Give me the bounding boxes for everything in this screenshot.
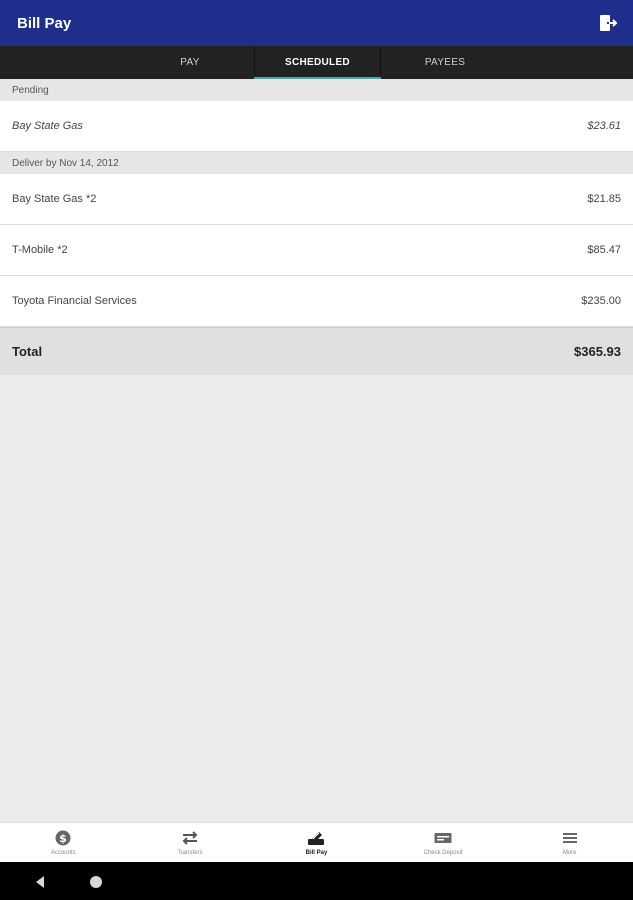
- home-icon[interactable]: [90, 876, 102, 888]
- bottom-navigation: $ Accounts Transfers Bill Pay Check Depo…: [0, 822, 633, 862]
- logout-icon[interactable]: [597, 12, 619, 34]
- list-item[interactable]: Bay State Gas $23.61: [0, 101, 633, 152]
- payee-name: Bay State Gas: [12, 120, 83, 132]
- nav-label: Bill Pay: [305, 850, 328, 856]
- tab-scheduled[interactable]: SCHEDULED: [254, 46, 381, 79]
- payment-amount: $21.85: [587, 193, 621, 205]
- tab-payees[interactable]: PAYEES: [381, 46, 509, 79]
- payment-amount: $235.00: [581, 295, 621, 307]
- tab-bar: PAY SCHEDULED PAYEES: [0, 46, 633, 79]
- payee-name: Bay State Gas *2: [12, 193, 97, 205]
- nav-transfers[interactable]: Transfers: [127, 823, 254, 862]
- payment-amount: $23.61: [587, 120, 621, 132]
- list-item[interactable]: Toyota Financial Services $235.00: [0, 276, 633, 327]
- total-row: Total $365.93: [0, 327, 633, 375]
- section-header-deliver-by: Deliver by Nov 14, 2012: [0, 152, 633, 174]
- app-bar: Bill Pay: [0, 0, 633, 46]
- nav-more[interactable]: More: [506, 823, 633, 862]
- bill-pay-icon: [307, 829, 325, 847]
- total-amount: $365.93: [574, 344, 621, 359]
- nav-check-deposit[interactable]: Check Deposit: [380, 823, 507, 862]
- section-header-pending: Pending: [0, 79, 633, 101]
- system-navigation-bar: [0, 862, 633, 900]
- tab-pay[interactable]: PAY: [126, 46, 254, 79]
- menu-icon: [561, 829, 579, 847]
- total-label: Total: [12, 344, 43, 359]
- nav-label: Accounts: [50, 850, 76, 856]
- list-item[interactable]: Bay State Gas *2 $21.85: [0, 174, 633, 225]
- page-title: Bill Pay: [17, 14, 72, 32]
- nav-label: More: [562, 850, 577, 856]
- check-icon: [434, 829, 452, 847]
- payment-amount: $85.47: [587, 244, 621, 256]
- nav-accounts[interactable]: $ Accounts: [0, 823, 127, 862]
- dollar-circle-icon: $: [54, 829, 72, 847]
- list-item[interactable]: T-Mobile *2 $85.47: [0, 225, 633, 276]
- transfer-arrows-icon: [181, 829, 199, 847]
- svg-text:$: $: [59, 832, 67, 845]
- nav-label: Transfers: [177, 850, 203, 856]
- nav-bill-pay[interactable]: Bill Pay: [253, 823, 380, 862]
- scheduled-list: Pending Bay State Gas $23.61 Deliver by …: [0, 79, 633, 375]
- payee-name: T-Mobile *2: [12, 244, 68, 256]
- back-icon[interactable]: [33, 875, 47, 889]
- nav-label: Check Deposit: [423, 850, 463, 856]
- payee-name: Toyota Financial Services: [12, 295, 137, 307]
